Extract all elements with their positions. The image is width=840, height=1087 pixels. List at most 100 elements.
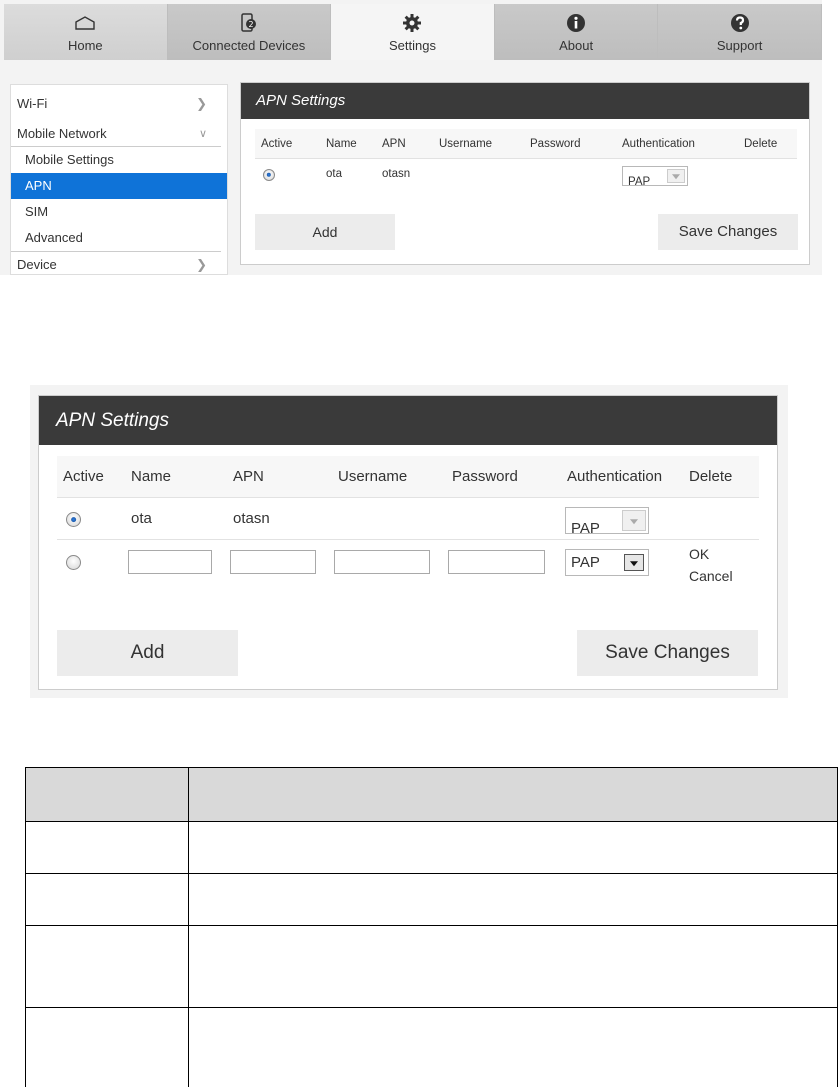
tab-settings[interactable]: Settings — [331, 4, 495, 60]
chevron-right-icon: ❯ — [196, 96, 207, 111]
table-header-cell — [188, 767, 838, 822]
apn-table: Active Name APN Username Password Authen… — [255, 129, 797, 189]
authentication-value: PAP — [628, 176, 651, 188]
sidebar-item-label: Wi-Fi — [17, 96, 48, 111]
sidebar-item-label: SIM — [25, 204, 49, 219]
add-button[interactable]: Add — [255, 214, 395, 250]
table-row — [25, 873, 838, 926]
table-row — [25, 821, 838, 874]
apn-value-cell: otasn — [382, 168, 411, 180]
table-header-cell — [25, 767, 189, 822]
column-header: Username — [338, 468, 408, 485]
sidebar-item-sim[interactable]: SIM — [11, 199, 227, 225]
add-button[interactable]: Add — [57, 630, 238, 676]
sidebar-item-label: Mobile Network — [17, 126, 107, 141]
table-cell — [188, 821, 838, 874]
apn-name-cell: ota — [131, 510, 152, 527]
info-icon — [495, 12, 658, 34]
description-table — [25, 767, 838, 1087]
authentication-select[interactable]: PAP — [565, 507, 649, 537]
cancel-link[interactable]: Cancel — [689, 568, 733, 584]
table-row — [25, 1007, 838, 1087]
column-header: Name — [326, 138, 357, 150]
sidebar-item-label: APN — [25, 178, 52, 193]
dropdown-arrow-icon — [622, 510, 646, 531]
column-header: Password — [452, 468, 518, 485]
tab-connected-devices[interactable]: 2 Connected Devices — [167, 4, 332, 60]
active-radio[interactable] — [66, 512, 81, 527]
authentication-select[interactable]: PAP — [622, 166, 688, 188]
tab-label: Connected Devices — [192, 38, 306, 53]
sidebar-item-device[interactable]: Device ❯ — [11, 251, 221, 274]
main-screenshot: Home 2 Connected Devices Settings About … — [0, 0, 822, 275]
column-header: Authentication — [567, 468, 663, 485]
sidebar-item-label: Mobile Settings — [25, 152, 114, 167]
ok-link[interactable]: OK — [689, 546, 709, 562]
home-icon — [4, 12, 167, 34]
table-cell — [25, 821, 189, 874]
new-apn-row: PAP OK Cancel — [57, 540, 759, 596]
column-header: Password — [530, 138, 581, 150]
active-radio[interactable] — [66, 555, 81, 570]
column-header: Username — [439, 138, 493, 150]
tab-label: Home — [67, 38, 103, 53]
tab-home[interactable]: Home — [4, 4, 168, 60]
tab-support[interactable]: Support — [658, 4, 822, 60]
tab-label: About — [559, 38, 594, 53]
help-icon — [658, 12, 821, 34]
column-header: APN — [382, 138, 406, 150]
save-changes-button[interactable]: Save Changes — [658, 214, 798, 250]
tab-label: Support — [716, 38, 763, 53]
dropdown-arrow-icon — [667, 169, 685, 183]
apn-value-cell: otasn — [233, 510, 270, 527]
top-nav: Home 2 Connected Devices Settings About … — [4, 4, 822, 60]
apn-name-cell: ota — [326, 168, 342, 180]
table-row — [25, 925, 838, 1008]
column-header: APN — [233, 468, 264, 485]
table-cell — [188, 873, 838, 926]
gear-icon — [331, 12, 494, 34]
sidebar-item-label: Device — [17, 257, 57, 272]
password-input[interactable] — [448, 550, 545, 574]
sidebar-item-mobile-settings[interactable]: Mobile Settings — [11, 147, 227, 173]
devices-icon: 2 — [168, 12, 331, 34]
dropdown-arrow-icon — [624, 554, 644, 571]
column-header: Active — [261, 138, 293, 150]
sidebar-item-advanced[interactable]: Advanced — [11, 225, 227, 251]
authentication-select[interactable]: PAP — [565, 549, 649, 576]
column-header: Name — [131, 468, 172, 485]
apn-settings-panel: APN Settings Active Name APN Username Pa… — [240, 82, 810, 265]
username-input[interactable] — [334, 550, 430, 574]
sidebar-item-mobile-network[interactable]: Mobile Network ∨ — [11, 121, 221, 147]
column-header: Active — [63, 468, 104, 485]
table-cell — [188, 1007, 838, 1087]
active-radio[interactable] — [263, 169, 275, 181]
device-count-badge: 2 — [248, 20, 253, 29]
tab-about[interactable]: About — [494, 4, 659, 60]
table-cell — [25, 925, 189, 1008]
panel-title: APN Settings — [39, 396, 777, 445]
tab-label: Settings — [388, 38, 436, 53]
table-cell — [25, 1007, 189, 1087]
name-input[interactable] — [128, 550, 212, 574]
table-header-row — [25, 767, 838, 822]
apn-input[interactable] — [230, 550, 316, 574]
table-row: ota otasn PAP — [57, 498, 759, 540]
sidebar-item-label: Advanced — [25, 230, 83, 245]
panel-title: APN Settings — [241, 83, 809, 119]
sidebar-item-apn[interactable]: APN — [11, 173, 227, 199]
authentication-value: PAP — [571, 554, 600, 571]
zoomed-screenshot: APN Settings Active Name APN Username Pa… — [30, 385, 788, 698]
column-header: Delete — [689, 468, 733, 485]
apn-settings-panel: APN Settings Active Name APN Username Pa… — [38, 395, 778, 690]
chevron-right-icon: ❯ — [196, 257, 207, 272]
apn-table: Active Name APN Username Password Authen… — [57, 456, 759, 596]
column-header: Delete — [744, 138, 778, 150]
table-cell — [188, 925, 838, 1008]
apn-table-header: Active Name APN Username Password Authen… — [57, 456, 759, 498]
chevron-down-icon: ∨ — [198, 128, 207, 140]
sidebar-item-wifi[interactable]: Wi-Fi ❯ — [11, 91, 221, 117]
save-changes-button[interactable]: Save Changes — [577, 630, 758, 676]
table-cell — [25, 873, 189, 926]
settings-sidebar: Wi-Fi ❯ Mobile Network ∨ Mobile Settings… — [10, 84, 228, 275]
